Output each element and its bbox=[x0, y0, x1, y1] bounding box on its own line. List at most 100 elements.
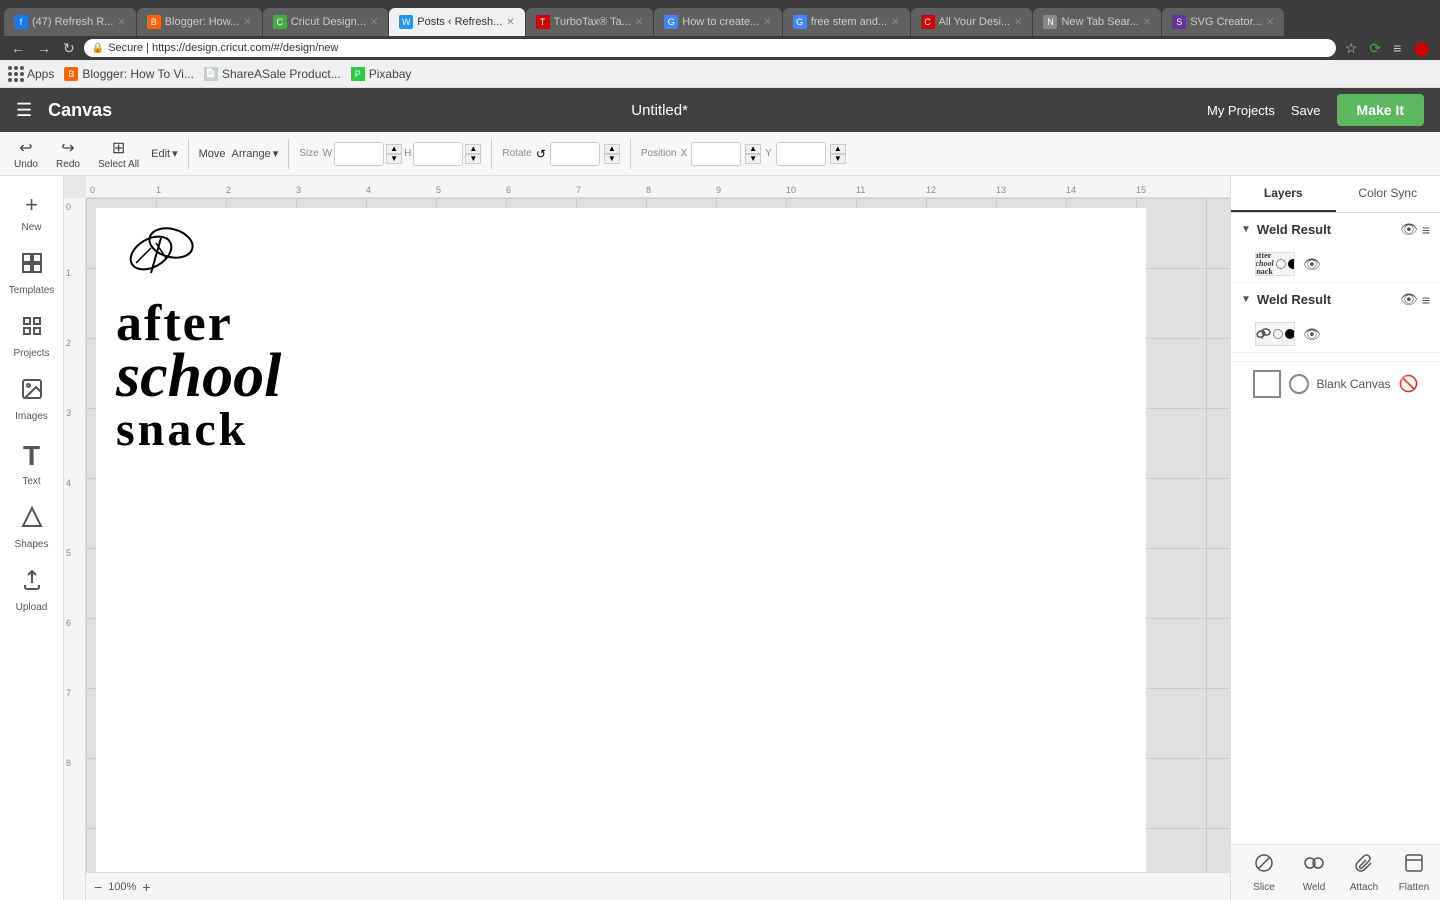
weld-item-eye-2[interactable]: 👁 bbox=[1303, 326, 1321, 343]
close-tab-6[interactable]: ✕ bbox=[763, 17, 771, 28]
canvas-inner[interactable]: after school snack bbox=[86, 198, 1230, 872]
layers-icon[interactable]: ≡ bbox=[1390, 40, 1404, 56]
close-tab-2[interactable]: ✕ bbox=[243, 17, 251, 28]
forward-button[interactable]: → bbox=[34, 40, 54, 56]
tab-color-sync[interactable]: Color Sync bbox=[1336, 176, 1440, 212]
tab-4[interactable]: W Posts ‹ Refresh... ✕ bbox=[389, 8, 524, 36]
rotate-up[interactable]: ▲ bbox=[604, 144, 620, 154]
weld-menu-1[interactable]: ≡ bbox=[1422, 222, 1430, 238]
back-button[interactable]: ← bbox=[8, 40, 28, 56]
close-tab-9[interactable]: ✕ bbox=[1143, 17, 1151, 28]
toolbar-separator-1 bbox=[188, 139, 189, 169]
ruler-v-4: 4 bbox=[66, 478, 71, 488]
weld-button[interactable]: Weld bbox=[1289, 852, 1339, 893]
weld-eye-2[interactable]: 👁 bbox=[1400, 291, 1418, 308]
close-tab-5[interactable]: ✕ bbox=[635, 17, 643, 28]
tab-7[interactable]: G free stem and... ✕ bbox=[783, 8, 910, 36]
tab-2[interactable]: B Blogger: How... ✕ bbox=[137, 8, 262, 36]
address-bar[interactable]: 🔒 Secure | https://design.cricut.com/#/d… bbox=[84, 39, 1336, 57]
apps-bookmark[interactable]: Apps bbox=[8, 66, 54, 82]
edit-dropdown[interactable]: Edit ▾ bbox=[151, 147, 178, 160]
sidebar-item-images[interactable]: Images bbox=[0, 369, 63, 430]
height-up[interactable]: ▲ bbox=[465, 144, 481, 154]
tab-1[interactable]: f (47) Refresh R... ✕ bbox=[4, 8, 136, 36]
sidebar-item-projects[interactable]: Projects bbox=[0, 306, 63, 367]
blank-canvas-visibility[interactable]: 🚫 bbox=[1399, 374, 1419, 394]
x-up[interactable]: ▲ bbox=[745, 144, 761, 154]
design-group[interactable]: after school snack bbox=[116, 218, 281, 455]
weld-label: Weld bbox=[1303, 882, 1326, 893]
height-input[interactable] bbox=[413, 142, 463, 166]
bookmark-blogger[interactable]: B Blogger: How To Vi... bbox=[64, 67, 194, 81]
sidebar-item-templates[interactable]: Templates bbox=[0, 243, 63, 304]
close-tab-7[interactable]: ✕ bbox=[891, 17, 899, 28]
close-tab-3[interactable]: ✕ bbox=[370, 17, 378, 28]
reload-button[interactable]: ↻ bbox=[60, 40, 78, 57]
y-input[interactable] bbox=[776, 142, 826, 166]
move-label: Move bbox=[199, 148, 226, 160]
slice-button[interactable]: Slice bbox=[1239, 852, 1289, 893]
weld-item-2[interactable]: 👁 bbox=[1231, 316, 1440, 352]
move-dropdown[interactable]: Move bbox=[199, 148, 226, 160]
ruler-v-1: 1 bbox=[66, 268, 71, 278]
save-button[interactable]: Save bbox=[1291, 103, 1321, 118]
make-it-button[interactable]: Make It bbox=[1337, 94, 1424, 126]
bookmark-pixabay[interactable]: P Pixabay bbox=[351, 67, 412, 81]
bookmark-shareasale[interactable]: 📄 ShareASale Product... bbox=[204, 67, 341, 81]
tab-10[interactable]: S SVG Creator... ✕ bbox=[1162, 8, 1284, 36]
address-text: Secure | https://design.cricut.com/#/des… bbox=[108, 42, 338, 54]
zoom-out-button[interactable]: − bbox=[94, 879, 102, 895]
weld-header-2[interactable]: ▼ Weld Result 👁 ≡ bbox=[1231, 283, 1440, 316]
projects-icon bbox=[20, 314, 44, 344]
y-down[interactable]: ▼ bbox=[830, 154, 846, 164]
weld-eye-1[interactable]: 👁 bbox=[1400, 221, 1418, 238]
sidebar-item-new[interactable]: + New bbox=[0, 184, 63, 241]
tab-3[interactable]: C Cricut Design... ✕ bbox=[263, 8, 389, 36]
zoom-in-button[interactable]: + bbox=[142, 879, 150, 895]
height-down[interactable]: ▼ bbox=[465, 154, 481, 164]
tab-6[interactable]: G How to create... ✕ bbox=[654, 8, 781, 36]
x-down[interactable]: ▼ bbox=[745, 154, 761, 164]
sidebar-item-upload[interactable]: Upload bbox=[0, 560, 63, 621]
rotate-field: Rotate ↺ ▲ ▼ bbox=[502, 142, 620, 166]
close-tab-1[interactable]: ✕ bbox=[117, 17, 125, 28]
y-label: Y bbox=[765, 148, 772, 159]
close-tab-8[interactable]: ✕ bbox=[1014, 17, 1022, 28]
width-down[interactable]: ▼ bbox=[386, 154, 402, 164]
attach-button[interactable]: Attach bbox=[1339, 852, 1389, 893]
menu-dots[interactable]: ⬤ bbox=[1410, 40, 1432, 57]
sidebar-item-text[interactable]: T Text bbox=[0, 432, 63, 495]
redo-button[interactable]: ↪ Redo bbox=[50, 136, 86, 172]
weld-item-1[interactable]: after school snack 👁 bbox=[1231, 246, 1440, 282]
hamburger-menu-button[interactable]: ☰ bbox=[16, 100, 32, 121]
text-icon: T bbox=[23, 440, 40, 472]
sidebar-item-shapes[interactable]: Shapes bbox=[0, 497, 63, 558]
weld-menu-2[interactable]: ≡ bbox=[1422, 292, 1430, 308]
tab-8[interactable]: C All Your Desi... ✕ bbox=[911, 8, 1033, 36]
ruler-h-4: 4 bbox=[366, 185, 371, 195]
tab-layers[interactable]: Layers bbox=[1231, 176, 1336, 212]
cricut-icon[interactable]: ⟳ bbox=[1366, 40, 1384, 57]
favicon-1: f bbox=[14, 15, 28, 29]
close-tab-4[interactable]: ✕ bbox=[506, 17, 514, 28]
arrange-dropdown[interactable]: Arrange ▾ bbox=[232, 147, 279, 160]
undo-button[interactable]: ↩ Undo bbox=[8, 136, 44, 172]
x-input[interactable] bbox=[691, 142, 741, 166]
weld-header-1[interactable]: ▼ Weld Result 👁 ≡ bbox=[1231, 213, 1440, 246]
weld-item-eye-1[interactable]: 👁 bbox=[1303, 256, 1321, 273]
weld-icons-1: 👁 ≡ bbox=[1400, 221, 1430, 238]
rotate-down[interactable]: ▼ bbox=[604, 154, 620, 164]
flatten-button[interactable]: Flatten bbox=[1389, 852, 1439, 893]
app-header: ☰ Canvas Untitled* My Projects Save Make… bbox=[0, 88, 1440, 132]
width-up[interactable]: ▲ bbox=[386, 144, 402, 154]
tab-9[interactable]: N New Tab Sear... ✕ bbox=[1033, 8, 1161, 36]
close-tab-10[interactable]: ✕ bbox=[1266, 17, 1274, 28]
bookmark-star[interactable]: ☆ bbox=[1342, 40, 1361, 57]
y-up[interactable]: ▲ bbox=[830, 144, 846, 154]
leaf-design bbox=[116, 218, 281, 293]
my-projects-button[interactable]: My Projects bbox=[1207, 103, 1275, 118]
width-input[interactable] bbox=[334, 142, 384, 166]
tab-5[interactable]: T TurboTax® Ta... ✕ bbox=[526, 8, 654, 36]
rotate-input[interactable] bbox=[550, 142, 600, 166]
select-all-button[interactable]: ⊞ Select All bbox=[92, 136, 145, 172]
